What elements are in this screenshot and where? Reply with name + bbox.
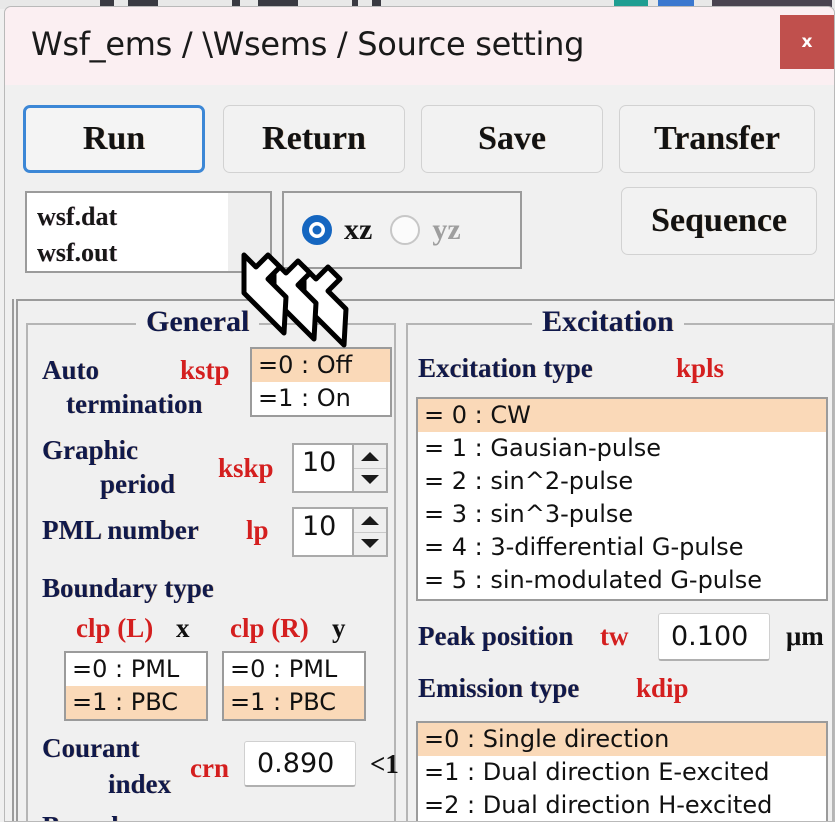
courant-index-label-line1: Courant xyxy=(42,733,140,763)
pml-number-value[interactable]: 10 xyxy=(294,509,352,555)
courant-index-label-line2: index xyxy=(108,769,172,799)
plane-select-group: xz yz xyxy=(282,191,522,269)
source-setting-dialog: Wsf_ems / \Wsems / Source setting x Run … xyxy=(4,6,835,822)
radio-label-yz: yz xyxy=(432,213,461,246)
window-title: Wsf_ems / \Wsems / Source setting xyxy=(31,25,585,63)
spinner-down-icon[interactable] xyxy=(354,469,386,492)
list-item[interactable]: =0 : Single direction xyxy=(418,723,826,756)
peak-position-param: tw xyxy=(600,621,629,651)
secondary-row: wsf.dat wsf.out xz yz Sequence xyxy=(5,187,834,287)
pml-number-label: PML number xyxy=(42,515,199,545)
spinner-down-icon[interactable] xyxy=(354,533,386,556)
list-item[interactable]: = 4 : 3-differential G-pulse xyxy=(418,531,826,564)
graphic-period-value[interactable]: 10 xyxy=(294,445,352,491)
list-item[interactable]: = 1 : Gausian-pulse xyxy=(418,432,826,465)
list-item[interactable]: = 5 : sin-modulated G-pulse xyxy=(418,564,826,597)
transfer-button[interactable]: Transfer xyxy=(619,105,815,173)
clipped-left-panel xyxy=(5,299,14,821)
boundary-appearance-label: Boundary appearence xyxy=(42,811,296,821)
pml-number-arrows xyxy=(352,509,386,555)
file-list[interactable]: wsf.dat wsf.out xyxy=(25,191,272,273)
graphic-period-label-line2: period xyxy=(100,469,176,499)
list-item[interactable]: =1 : PBC xyxy=(224,686,364,719)
run-button[interactable]: Run xyxy=(23,105,205,173)
return-button[interactable]: Return xyxy=(223,105,405,173)
auto-termination-label-line2: termination xyxy=(66,389,203,419)
courant-index-param: crn xyxy=(190,753,229,783)
auto-termination-listbox[interactable]: =0 : Off =1 : On xyxy=(250,347,392,417)
boundary-right-listbox[interactable]: =0 : PML =1 : PBC xyxy=(222,651,366,721)
peak-position-field[interactable]: 0.100 xyxy=(658,613,770,661)
title-bar: Wsf_ems / \Wsems / Source setting x xyxy=(5,7,834,85)
pml-number-param: lp xyxy=(246,515,269,545)
graphic-period-param: kskp xyxy=(218,453,274,483)
emission-type-label: Emission type xyxy=(418,673,580,703)
list-item[interactable]: =2 : Dual direction H-excited xyxy=(418,789,826,821)
close-icon[interactable]: x xyxy=(780,15,834,69)
list-item[interactable]: =1 : Dual direction E-excited xyxy=(418,756,826,789)
radio-unselected-icon[interactable] xyxy=(390,215,421,245)
settings-content: General Auto termination kstp =0 : Off =… xyxy=(16,299,834,821)
excitation-type-label: Excitation type xyxy=(418,353,593,383)
list-item[interactable]: =0 : Off xyxy=(252,349,390,382)
radio-option-yz[interactable]: yz xyxy=(372,213,461,247)
graphic-period-arrows xyxy=(352,445,386,491)
save-button[interactable]: Save xyxy=(421,105,603,173)
list-item[interactable]: = 0 : CW xyxy=(418,399,826,432)
excitation-group: Excitation Excitation type kpls = 0 : CW… xyxy=(406,305,834,821)
general-group: General Auto termination kstp =0 : Off =… xyxy=(26,305,399,821)
application-window: Wsf_ems / \Wsems / Source setting x Run … xyxy=(0,0,835,822)
boundary-right-axis: y xyxy=(332,613,346,643)
boundary-left-listbox[interactable]: =0 : PML =1 : PBC xyxy=(64,651,208,721)
excitation-type-listbox[interactable]: = 0 : CW = 1 : Gausian-pulse = 2 : sin^2… xyxy=(416,397,828,601)
radio-label-xz: xz xyxy=(344,213,373,246)
pml-number-stepper[interactable]: 10 xyxy=(292,507,388,557)
list-item[interactable]: =0 : PML xyxy=(224,653,364,686)
radio-selected-icon[interactable] xyxy=(302,215,332,245)
courant-index-suffix: <1 xyxy=(370,749,399,779)
auto-termination-param: kstp xyxy=(180,355,230,385)
boundary-left-axis: x xyxy=(176,613,190,643)
boundary-left-param: clp (L) xyxy=(76,613,154,643)
spinner-up-icon[interactable] xyxy=(354,509,386,533)
sequence-button[interactable]: Sequence xyxy=(621,187,817,255)
list-item[interactable]: =1 : On xyxy=(252,382,390,415)
excitation-type-param: kpls xyxy=(676,353,725,383)
graphic-period-stepper[interactable]: 10 xyxy=(292,443,388,493)
list-item[interactable]: =1 : PBC xyxy=(66,686,206,719)
spinner-up-icon[interactable] xyxy=(354,445,386,469)
emission-type-listbox[interactable]: =0 : Single direction =1 : Dual directio… xyxy=(416,721,828,821)
emission-type-param: kdip xyxy=(636,673,689,703)
file-list-gutter xyxy=(228,193,270,271)
boundary-right-param: clp (R) xyxy=(230,613,309,643)
boundary-type-label: Boundary type xyxy=(42,573,214,603)
general-group-title: General xyxy=(136,305,260,339)
graphic-period-label-line1: Graphic xyxy=(42,435,139,465)
peak-position-label: Peak position xyxy=(418,621,574,651)
courant-index-field[interactable]: 0.890 xyxy=(244,741,356,787)
radio-option-xz[interactable]: xz xyxy=(284,213,372,247)
toolbar: Run Return Save Transfer xyxy=(5,91,834,173)
auto-termination-label-line1: Auto xyxy=(42,355,100,385)
list-item[interactable]: =0 : PML xyxy=(66,653,206,686)
list-item[interactable]: = 2 : sin^2-pulse xyxy=(418,465,826,498)
excitation-group-title: Excitation xyxy=(532,305,684,339)
list-item[interactable]: = 3 : sin^3-pulse xyxy=(418,498,826,531)
peak-position-unit: μm xyxy=(786,621,824,651)
